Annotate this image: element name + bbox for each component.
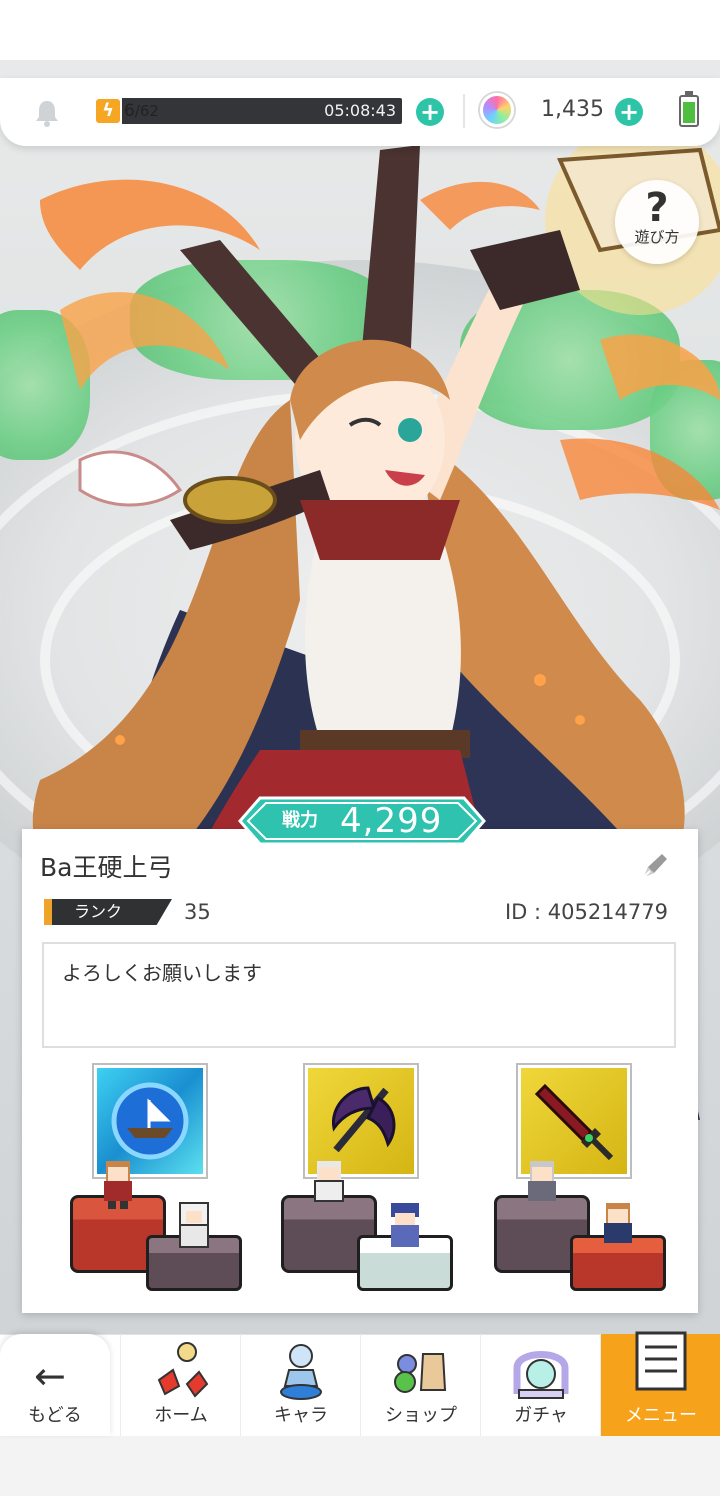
comment-text: よろしくお願いします [62, 961, 262, 985]
gacha-icon [513, 1351, 569, 1399]
back-label: もどる [28, 1405, 82, 1426]
rank-value: 35 [184, 900, 211, 924]
pixel-character-icon [314, 1161, 344, 1202]
notification-bell-icon[interactable] [32, 98, 62, 128]
tab-home[interactable]: ホーム [120, 1334, 240, 1436]
rank-label: ランク [74, 902, 123, 921]
gem-count: 1,435 [541, 97, 604, 122]
pixel-character-icon [604, 1203, 632, 1243]
how-to-play-label: 遊び方 [634, 228, 680, 246]
power-badge: 戦力 4,299 [238, 796, 486, 846]
how-to-play-button[interactable]: ? 遊び方 [615, 180, 699, 264]
profile-comment[interactable]: よろしくお願いします [42, 942, 676, 1048]
player-id: ID : 405214779 [504, 900, 668, 924]
tab-chara-label: キャラ [274, 1405, 328, 1426]
stamina-timer: 05:08:43 [324, 101, 396, 120]
add-gems-button[interactable]: + [615, 98, 643, 126]
rank-tag: ランク [44, 899, 172, 925]
tab-chara[interactable]: キャラ [240, 1334, 360, 1436]
team-slot-3[interactable] [468, 1065, 688, 1305]
lightning-icon: ϟ [96, 99, 120, 123]
question-mark-icon: ? [645, 185, 669, 231]
profile-screen: ϟ 6/62 05:08:43 + 1,435 + ? 遊び方 戦力 4,299… [0, 0, 720, 1496]
system-nav-area [0, 1436, 720, 1496]
team-slot-1[interactable] [44, 1065, 264, 1305]
back-button[interactable]: ← もどる [0, 1334, 110, 1436]
tab-shop-label: ショップ [385, 1405, 457, 1426]
tab-gacha[interactable]: ガチャ [480, 1334, 600, 1436]
edit-pen-icon[interactable] [638, 851, 670, 883]
pixel-character-icon [528, 1161, 556, 1201]
status-bar: ϟ 6/62 05:08:43 + 1,435 + [0, 78, 720, 146]
battery-icon [679, 91, 699, 127]
stamina-bar: ϟ 6/62 05:08:43 [94, 98, 402, 124]
tab-gacha-label: ガチャ [514, 1405, 568, 1426]
shop-icon [394, 1353, 447, 1393]
pixel-character-icon [104, 1161, 132, 1209]
tab-home-label: ホーム [154, 1405, 208, 1426]
team-slot-2[interactable] [255, 1065, 475, 1305]
pixel-character-icon [179, 1202, 209, 1248]
character-icon [280, 1344, 322, 1400]
divider [463, 94, 465, 128]
stamina-value: 6/62 [124, 101, 159, 121]
add-stamina-button[interactable]: + [416, 98, 444, 126]
tab-menu-label: メニュー [625, 1405, 697, 1426]
player-name: Ba王硬上弓 [40, 853, 173, 882]
tab-shop[interactable]: ショップ [360, 1334, 480, 1436]
back-arrow-icon: ← [34, 1354, 66, 1398]
profile-card: Ba王硬上弓 ランク 35 ID : 405214779 よろしくお願いします [22, 829, 698, 1313]
home-icon [157, 1342, 209, 1398]
pixel-character-icon [391, 1203, 419, 1247]
power-label: 戦力 [282, 810, 318, 831]
gem-icon [480, 93, 514, 127]
menu-icon [635, 1331, 687, 1391]
tab-menu[interactable]: メニュー [600, 1331, 720, 1436]
power-value: 4,299 [340, 801, 443, 841]
